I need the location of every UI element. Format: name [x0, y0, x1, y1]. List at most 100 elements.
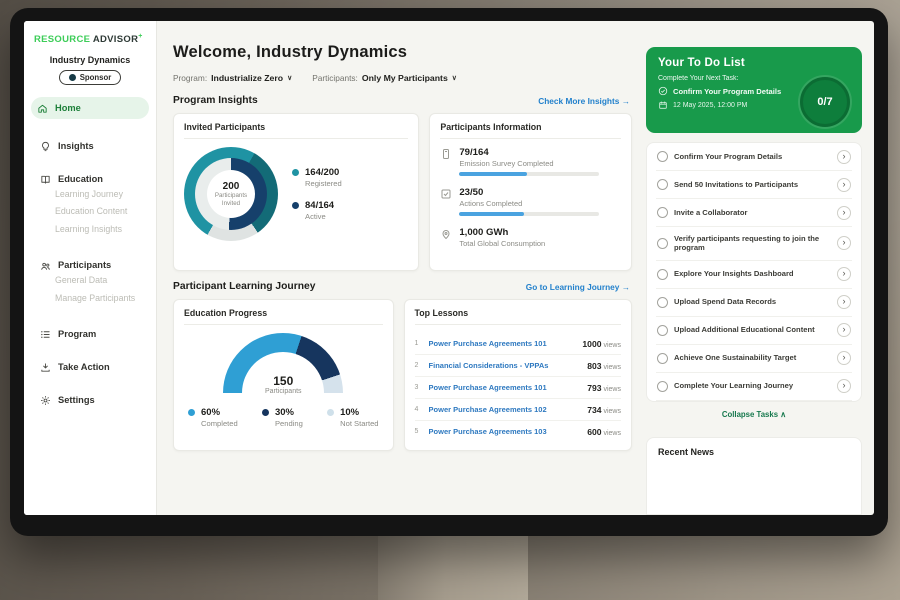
filter-value: Only My Participants — [362, 73, 448, 83]
lesson-views: 600 views — [587, 427, 621, 437]
donut-center-label: Participants Invited — [210, 192, 252, 207]
checkbox-icon[interactable] — [657, 151, 668, 162]
task-label: Explore Your Insights Dashboard — [674, 269, 831, 279]
legend-dot — [292, 169, 299, 176]
education-gauge-chart: 150 Participants — [223, 333, 343, 395]
sidebar-item[interactable]: Education Content — [24, 203, 156, 221]
top-lessons-card: Top Lessons 1 Power Purchase Agreements … — [404, 299, 632, 451]
task-row[interactable]: Explore Your Insights Dashboard — [656, 261, 852, 289]
insights-icon — [40, 141, 51, 152]
sponsor-badge-label: Sponsor — [80, 73, 112, 82]
task-label: Confirm Your Program Details — [674, 152, 831, 162]
sidebar-item-label: Insights — [58, 142, 94, 151]
check-more-insights-link[interactable]: Check More Insights — [538, 96, 630, 106]
sidebar-item-label: Participants — [58, 261, 111, 270]
education-legend: 60% Completed 30% Pending — [184, 395, 383, 428]
lesson-link[interactable]: Power Purchase Agreements 102 — [429, 405, 583, 414]
filter-dropdown[interactable]: Program: Industrialize Zero — [173, 73, 292, 83]
logo-resource: RESOURCE — [34, 34, 90, 45]
checkbox-icon[interactable] — [657, 381, 668, 392]
gauge-center-label: Participants — [223, 388, 343, 395]
task-row[interactable]: Complete Your Learning Journey — [656, 373, 852, 401]
sidebar-item[interactable]: Education — [24, 152, 156, 185]
task-label: Achieve One Sustainability Target — [674, 353, 831, 363]
collapse-tasks-link[interactable]: Collapse Tasks — [646, 402, 862, 428]
task-row[interactable]: Confirm Your Program Details — [656, 143, 852, 171]
stat-value: 23/50 — [459, 187, 599, 198]
task-row[interactable]: Invite a Collaborator — [656, 199, 852, 227]
chevron-right-icon[interactable] — [837, 351, 851, 365]
logo-advisor: ADVISOR+ — [93, 34, 143, 45]
donut-center-value: 200 — [223, 181, 240, 192]
invited-donut-chart: 200 Participants Invited — [184, 147, 278, 241]
legend-item: 10% Not Started — [327, 407, 378, 428]
arrow-right-icon — [619, 282, 630, 292]
section-title: Participant Learning Journey — [173, 281, 315, 292]
lesson-link[interactable]: Power Purchase Agreements 101 — [429, 383, 583, 392]
sponsor-badge-icon — [69, 74, 76, 81]
sidebar-item[interactable]: Settings — [24, 373, 156, 406]
sidebar-item[interactable]: Insights — [24, 119, 156, 152]
chevron-right-icon[interactable] — [837, 150, 851, 164]
legend-value: 164/200 — [305, 167, 339, 178]
lesson-link[interactable]: Power Purchase Agreements 101 — [429, 339, 578, 348]
donut-center: 200 Participants Invited — [207, 170, 255, 218]
task-row[interactable]: Achieve One Sustainability Target — [656, 345, 852, 373]
invited-participants-card: Invited Participants 200 Participants In… — [173, 113, 419, 271]
checkbox-icon[interactable] — [657, 207, 668, 218]
stat-value: 1,000 GWh — [459, 227, 545, 238]
sponsor-badge: Sponsor — [59, 70, 122, 85]
card-title: Top Lessons — [415, 308, 621, 325]
background-photo: RESOURCE ADVISOR+ Industry Dynamics Spon… — [0, 0, 900, 600]
sidebar-item[interactable]: Learning Journey — [24, 185, 156, 203]
chevron-right-icon[interactable] — [837, 295, 851, 309]
go-to-learning-journey-link[interactable]: Go to Learning Journey — [526, 282, 630, 292]
legend-value: 30% — [275, 407, 294, 418]
checkbox-icon[interactable] — [657, 238, 668, 249]
sidebar-item[interactable]: Take Action — [24, 340, 156, 373]
sidebar-item[interactable]: Program — [24, 307, 156, 340]
task-row[interactable]: Upload Spend Data Records — [656, 289, 852, 317]
progress-fill — [459, 172, 526, 176]
sidebar-item[interactable]: General Data — [24, 272, 156, 290]
lesson-link[interactable]: Power Purchase Agreements 103 — [429, 427, 583, 436]
recent-news-header[interactable]: Recent News — [646, 437, 862, 515]
sidebar-item-label: Program — [58, 330, 96, 339]
sidebar-item[interactable]: Participants — [24, 239, 156, 272]
chevron-right-icon[interactable] — [837, 178, 851, 192]
calendar-icon — [658, 100, 668, 110]
legend-label: Pending — [275, 419, 303, 428]
lesson-link[interactable]: Financial Considerations - VPPAs — [429, 361, 583, 370]
progress-track — [459, 212, 599, 216]
sidebar-item[interactable]: Manage Participants — [24, 289, 156, 307]
legend-value: 60% — [201, 407, 220, 418]
chevron-right-icon[interactable] — [837, 236, 851, 250]
lesson-rank: 5 — [415, 428, 424, 435]
chevron-right-icon[interactable] — [837, 379, 851, 393]
checkbox-icon[interactable] — [657, 179, 668, 190]
task-row[interactable]: Upload Additional Educational Content — [656, 317, 852, 345]
todo-card: Your To Do List Complete Your Next Task:… — [646, 47, 862, 133]
chevron-right-icon[interactable] — [837, 206, 851, 220]
task-row[interactable]: Send 50 Invitations to Participants — [656, 171, 852, 199]
arrow-right-icon — [619, 96, 630, 106]
checkbox-icon[interactable] — [657, 325, 668, 336]
lesson-views: 793 views — [587, 383, 621, 393]
legend-dot — [292, 202, 299, 209]
legend-item: 30% Pending — [262, 407, 303, 428]
legend-dot — [188, 409, 195, 416]
checkbox-icon[interactable] — [657, 353, 668, 364]
todo-next-task: Confirm Your Program Details — [658, 86, 806, 96]
chevron-right-icon[interactable] — [837, 323, 851, 337]
filter-dropdown[interactable]: Participants: Only My Participants — [312, 73, 457, 83]
page-title: Welcome, Industry Dynamics — [173, 43, 632, 62]
legend-dot — [327, 409, 334, 416]
checkbox-icon[interactable] — [657, 297, 668, 308]
sidebar-item[interactable]: Home — [31, 97, 149, 119]
settings-icon — [40, 395, 51, 406]
task-row[interactable]: Verify participants requesting to join t… — [656, 227, 852, 261]
chevron-right-icon[interactable] — [837, 267, 851, 281]
checkbox-icon[interactable] — [657, 269, 668, 280]
filter-label: Participants: — [312, 73, 358, 83]
sidebar-item[interactable]: Learning Insights — [24, 221, 156, 239]
